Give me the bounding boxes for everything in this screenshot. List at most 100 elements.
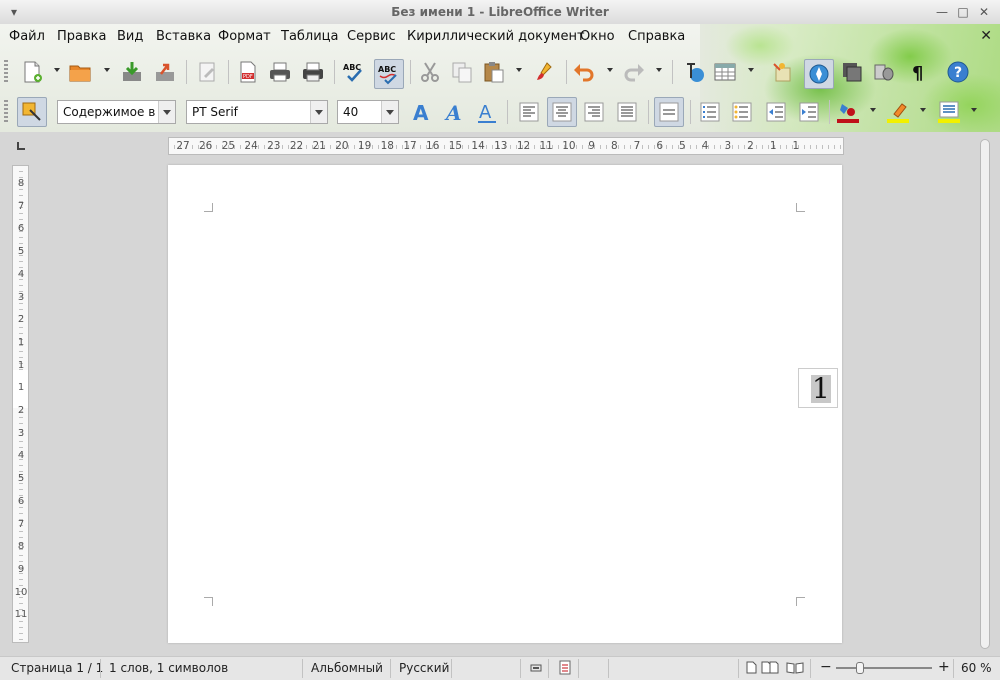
status-page-style[interactable]: Альбомный [311,661,383,675]
redo-dropdown-icon[interactable] [656,68,662,72]
export-pdf-icon[interactable]: PDF [236,60,260,84]
undo-dropdown-icon[interactable] [607,68,613,72]
text-frame[interactable]: 1 [798,368,838,408]
increase-indent-icon[interactable] [797,100,821,124]
multi-page-view-icon[interactable] [761,661,779,677]
status-word-count[interactable]: 1 слов, 1 символов [109,661,228,675]
highlighting-dropdown-icon[interactable] [920,108,926,112]
menu-edit[interactable]: Правка [57,29,106,44]
open-dropdown-icon[interactable] [104,68,110,72]
help-icon[interactable]: ? [946,60,970,84]
ruler-tick-label: 7 [17,200,25,212]
bold-icon[interactable]: A [410,100,434,124]
copy-icon[interactable] [450,60,474,84]
svg-text:¶: ¶ [912,63,923,84]
maximize-icon[interactable]: □ [955,4,971,20]
background-color-icon[interactable] [937,100,961,124]
save-icon[interactable] [120,60,144,84]
paragraph-style-combo[interactable]: Содержимое в [57,100,176,124]
menu-format[interactable]: Формат [218,29,271,44]
status-page[interactable]: Страница 1 / 1 [11,661,103,675]
tab-stop-selector[interactable] [17,142,25,150]
redo-icon[interactable] [622,60,646,84]
insert-image-icon[interactable] [770,60,794,84]
zoom-in-icon[interactable]: + [938,659,950,675]
numbering-icon[interactable] [698,100,722,124]
styles-icon[interactable] [17,97,47,127]
menu-tools[interactable]: Сервис [347,29,396,44]
ruler-tick-label: 4 [17,268,25,280]
align-right-icon[interactable] [582,100,606,124]
send-email-icon[interactable] [153,60,177,84]
autospellcheck-icon[interactable]: ABC [374,59,404,89]
background-color-dropdown-icon[interactable] [971,108,977,112]
zoom-slider-track[interactable] [836,667,932,669]
menu-file[interactable]: Файл [9,29,45,44]
book-view-icon[interactable] [786,661,804,677]
spellcheck-icon[interactable]: ABC [342,60,366,84]
chevron-down-icon[interactable] [310,101,327,123]
new-dropdown-icon[interactable] [54,68,60,72]
insert-table-icon[interactable] [713,60,737,84]
highlighting-icon[interactable] [886,100,910,124]
scrollbar-thumb[interactable] [980,139,990,649]
decrease-indent-icon[interactable] [764,100,788,124]
paste-icon[interactable] [482,60,506,84]
vertical-ruler[interactable]: 8 7 6 5 4 3 2 1 1 1 2 3 4 5 6 7 8 9 10 11 [12,165,29,643]
toolbar-grip[interactable] [4,60,8,84]
close-document-icon[interactable]: ✕ [980,28,992,44]
zoom-level[interactable]: 60 % [961,661,992,675]
hyperlink-icon[interactable] [682,60,706,84]
vertical-scrollbar[interactable] [980,137,990,653]
print-preview-icon[interactable] [301,60,325,84]
navigator-icon[interactable] [804,59,834,89]
toolbar-grip[interactable] [4,100,8,124]
clone-formatting-icon[interactable] [533,60,557,84]
document-modified-icon[interactable] [559,660,571,678]
open-folder-icon[interactable] [68,60,92,84]
line-spacing-icon[interactable] [654,97,684,127]
menu-table[interactable]: Таблица [281,29,339,44]
font-color-dropdown-icon[interactable] [870,108,876,112]
bullets-icon[interactable] [730,100,754,124]
formatting-marks-icon[interactable]: ¶ [906,60,930,84]
chevron-down-icon[interactable] [381,101,398,123]
menu-help[interactable]: Справка [628,29,685,44]
menu-insert[interactable]: Вставка [156,29,211,44]
ruler-tick-label: 11 [14,609,28,621]
data-sources-icon[interactable] [872,60,896,84]
cut-icon[interactable] [418,60,442,84]
menu-cyrillic-document[interactable]: Кириллический документ [407,29,585,44]
close-window-icon[interactable]: ✕ [976,4,992,20]
svg-text:A: A [444,101,462,124]
ruler-tick-label: 27 [176,140,190,152]
zoom-slider-knob[interactable] [856,662,864,674]
paste-dropdown-icon[interactable] [516,68,522,72]
font-name-combo[interactable]: PT Serif [186,100,328,124]
underline-icon[interactable]: A [475,100,499,124]
document-page[interactable]: 1 [168,165,842,643]
align-center-icon[interactable] [547,97,577,127]
table-dropdown-icon[interactable] [748,68,754,72]
menu-window[interactable]: Окно [580,29,615,44]
undo-icon[interactable] [572,60,596,84]
edit-mode-icon[interactable] [196,60,220,84]
selection-mode-icon[interactable] [530,662,542,677]
gallery-icon[interactable] [840,60,864,84]
menu-view[interactable]: Вид [117,29,143,44]
horizontal-ruler[interactable]: 27 26 25 24 23 22 21 20 19 18 17 16 15 14 13 12 11 10 9 8 7 6… [168,137,844,155]
chevron-down-icon[interactable] [158,101,175,123]
font-size-combo[interactable]: 40 [337,100,399,124]
italic-icon[interactable]: A [443,100,467,124]
zoom-out-icon[interactable]: − [820,659,832,675]
title-bar: ▾ Без имени 1 - LibreOffice Writer — □ ✕ [0,0,1000,25]
font-color-icon[interactable] [836,100,860,124]
print-icon[interactable] [268,60,292,84]
align-left-icon[interactable] [517,100,541,124]
new-document-icon[interactable] [20,60,44,84]
single-page-view-icon[interactable] [746,661,757,677]
minimize-icon[interactable]: — [934,4,950,20]
justify-icon[interactable] [615,100,639,124]
status-language[interactable]: Русский [399,661,449,675]
ruler-tick-label: 9 [17,563,25,575]
